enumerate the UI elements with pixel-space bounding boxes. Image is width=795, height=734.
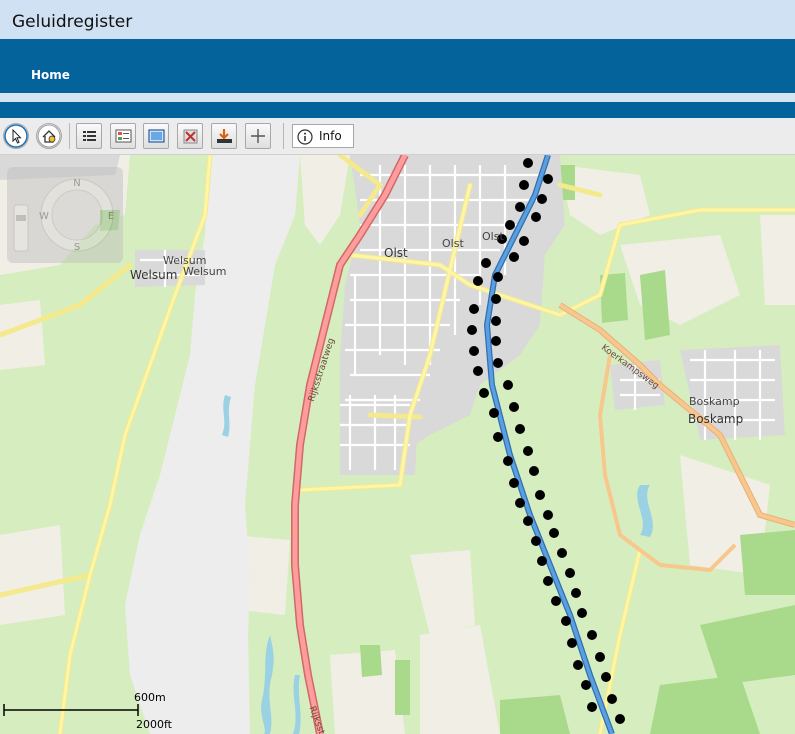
noise-marker[interactable]	[529, 466, 539, 476]
toolbar-divider	[283, 123, 284, 149]
crosshair-icon	[251, 129, 265, 143]
noise-marker[interactable]	[479, 388, 489, 398]
compass-west-label: W	[39, 211, 49, 222]
noise-marker[interactable]	[467, 325, 477, 335]
noise-marker[interactable]	[509, 478, 519, 488]
compass-east-label: E	[108, 211, 114, 222]
noise-marker[interactable]	[543, 576, 553, 586]
legend-button[interactable]	[110, 123, 136, 149]
map-label-welsum: Welsum	[130, 268, 178, 282]
home-extent-button[interactable]	[36, 123, 62, 149]
compass-north-label: N	[73, 178, 80, 189]
crosshair-button[interactable]	[245, 123, 271, 149]
noise-marker[interactable]	[515, 424, 525, 434]
noise-marker[interactable]	[577, 608, 587, 618]
noise-marker[interactable]	[587, 630, 597, 640]
noise-marker[interactable]	[571, 588, 581, 598]
compass-south-label: S	[74, 242, 80, 253]
noise-marker[interactable]	[515, 498, 525, 508]
noise-marker[interactable]	[505, 220, 515, 230]
noise-marker[interactable]	[473, 276, 483, 286]
noise-marker[interactable]	[543, 510, 553, 520]
noise-marker[interactable]	[549, 528, 559, 538]
noise-marker[interactable]	[601, 672, 611, 682]
nav-home-link[interactable]: Home	[31, 68, 70, 82]
noise-marker[interactable]	[543, 174, 553, 184]
noise-marker[interactable]	[523, 158, 533, 168]
noise-marker[interactable]	[531, 212, 541, 222]
home-extent-icon	[37, 124, 61, 148]
legend-icon	[115, 129, 132, 143]
layer-list-icon	[83, 131, 96, 141]
download-icon	[217, 129, 232, 143]
noise-marker[interactable]	[581, 680, 591, 690]
header-separator	[0, 93, 795, 102]
noise-marker[interactable]	[523, 446, 533, 456]
map-label-boskamp: Boskamp	[688, 412, 744, 426]
map-toolbar: Info	[0, 118, 795, 155]
clear-selection-button[interactable]	[177, 123, 203, 149]
layer-list-button[interactable]	[76, 123, 102, 149]
noise-marker[interactable]	[469, 346, 479, 356]
noise-marker[interactable]	[493, 272, 503, 282]
header-band	[0, 102, 795, 118]
noise-marker[interactable]	[515, 202, 525, 212]
map-window-button[interactable]	[143, 123, 169, 149]
clear-selection-icon	[183, 129, 198, 144]
nav-bar: Home	[0, 39, 795, 93]
map-label-boskamp: Boskamp	[689, 395, 740, 408]
noise-marker[interactable]	[523, 516, 533, 526]
noise-marker[interactable]	[551, 596, 561, 606]
noise-marker[interactable]	[481, 258, 491, 268]
noise-marker[interactable]	[503, 456, 513, 466]
select-tool-button[interactable]	[3, 123, 29, 149]
noise-marker[interactable]	[509, 402, 519, 412]
noise-marker[interactable]	[493, 432, 503, 442]
download-button[interactable]	[211, 123, 237, 149]
noise-marker[interactable]	[615, 714, 625, 724]
noise-marker[interactable]	[567, 638, 577, 648]
map-navigation-control[interactable]: N E S W	[7, 167, 123, 263]
noise-marker[interactable]	[491, 336, 501, 346]
noise-marker[interactable]	[493, 358, 503, 368]
scale-imperial-label: 2000ft	[136, 718, 172, 731]
noise-marker[interactable]	[537, 194, 547, 204]
noise-marker[interactable]	[519, 236, 529, 246]
noise-marker[interactable]	[587, 702, 597, 712]
noise-marker[interactable]	[535, 490, 545, 500]
scale-metric-label: 600m	[134, 691, 166, 704]
scale-bar: 600m 2000ft	[0, 691, 200, 734]
noise-marker[interactable]	[473, 366, 483, 376]
select-arrow-icon	[4, 124, 28, 148]
app-title: Geluidregister	[12, 12, 133, 32]
info-button[interactable]: Info	[292, 124, 354, 148]
map-window-icon	[148, 129, 165, 143]
noise-marker[interactable]	[519, 180, 529, 190]
map-label-olst: Olst	[482, 230, 504, 243]
noise-marker[interactable]	[491, 316, 501, 326]
noise-marker[interactable]	[489, 408, 499, 418]
noise-marker[interactable]	[561, 616, 571, 626]
noise-marker[interactable]	[509, 252, 519, 262]
map-label-olst: Olst	[384, 246, 408, 260]
toolbar-divider	[69, 123, 70, 149]
info-icon	[297, 129, 313, 145]
noise-marker[interactable]	[595, 652, 605, 662]
noise-marker[interactable]	[503, 380, 513, 390]
map-view[interactable]: Welsum Welsum Welsum Olst Olst Olst Bosk…	[0, 155, 795, 734]
info-button-label: Info	[319, 129, 342, 143]
noise-marker[interactable]	[491, 294, 501, 304]
zoom-slider-handle-icon	[16, 215, 26, 221]
noise-marker[interactable]	[537, 556, 547, 566]
map-label-welsum: Welsum	[183, 265, 227, 278]
noise-marker[interactable]	[573, 660, 583, 670]
map-label-olst: Olst	[442, 237, 464, 250]
noise-marker[interactable]	[469, 304, 479, 314]
noise-marker[interactable]	[531, 536, 541, 546]
title-bar: Geluidregister	[0, 0, 795, 39]
noise-marker[interactable]	[607, 694, 617, 704]
noise-marker[interactable]	[565, 568, 575, 578]
noise-marker[interactable]	[557, 548, 567, 558]
